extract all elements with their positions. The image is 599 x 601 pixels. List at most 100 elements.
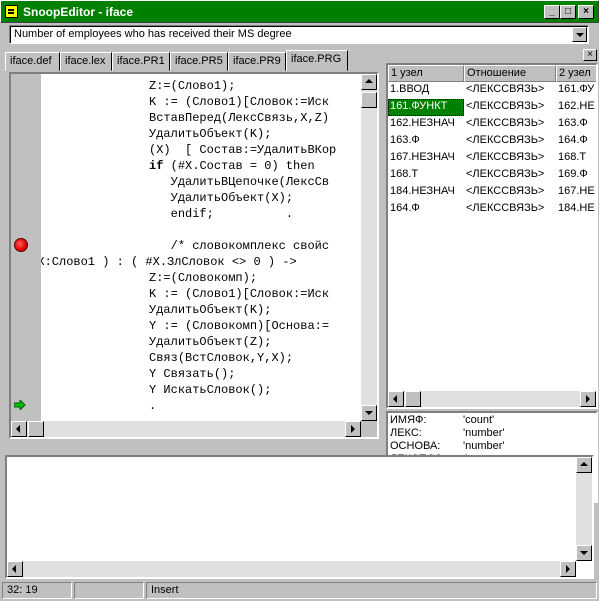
- column-header-node2[interactable]: 2 узел: [556, 65, 596, 82]
- output-horizontal-scrollbar[interactable]: [7, 561, 576, 577]
- arrow-up-icon: [365, 79, 373, 83]
- arrow-right-icon: [586, 395, 590, 403]
- app-icon[interactable]: [5, 5, 18, 18]
- arrow-right-icon: [351, 425, 355, 433]
- code-line[interactable]: УдалитьОбъект(X);: [41, 190, 293, 206]
- scroll-down-button[interactable]: [576, 545, 592, 561]
- code-line[interactable]: ( X:Слово1 ) : ( #X.ЗлСловок <> 0 ) ->: [41, 254, 297, 270]
- editor-gutter[interactable]: [11, 74, 41, 437]
- editor-vertical-scrollbar[interactable]: [361, 74, 377, 421]
- scroll-left-button[interactable]: [11, 421, 27, 437]
- scroll-right-button[interactable]: [560, 561, 576, 577]
- scroll-right-button[interactable]: [345, 421, 361, 437]
- code-line[interactable]: Y Связать();: [41, 366, 235, 382]
- code-line[interactable]: Z:=(Словокомп);: [41, 270, 257, 286]
- output-vertical-scrollbar[interactable]: [576, 457, 592, 561]
- arrow-left-icon: [12, 565, 16, 573]
- tab-iface-pr1[interactable]: iface.PR1: [112, 52, 170, 71]
- arrow-down-icon: [365, 411, 373, 415]
- arrow-down-icon: [580, 551, 588, 555]
- property-key: ОСНОВА:: [390, 440, 441, 452]
- chevron-down-icon: [576, 33, 584, 37]
- grid-cell[interactable]: 164.Ф: [388, 201, 464, 218]
- scroll-thumb[interactable]: [361, 92, 377, 108]
- editor-horizontal-scrollbar[interactable]: [11, 421, 361, 437]
- code-line[interactable]: УдалитьОбъект(K);: [41, 126, 271, 142]
- grid-cell[interactable]: <ЛЕКССВЯЗЬ>: [464, 82, 556, 99]
- code-line[interactable]: K := (Слово1)[Словок:=Иск: [41, 94, 329, 110]
- grid-cell[interactable]: 161.ФУ: [556, 82, 596, 99]
- code-line[interactable]: (X) [ Состав:=УдалитьВКор: [41, 142, 336, 158]
- relations-grid[interactable]: 1 узел Отношение 2 узел 1.ВВОД <ЛЕКССВЯЗЬ…: [386, 63, 598, 409]
- grid-cell[interactable]: <ЛЕКССВЯЗЬ>: [464, 133, 556, 150]
- grid-cell[interactable]: 168.Т: [388, 167, 464, 184]
- grid-cell[interactable]: 163.Ф: [556, 116, 596, 133]
- grid-cell[interactable]: 167.НЕ: [556, 184, 596, 201]
- code-line[interactable]: .: [41, 398, 156, 414]
- code-line[interactable]: УдалитьОбъект(Z);: [41, 334, 271, 350]
- scroll-up-button[interactable]: [576, 457, 592, 473]
- code-line[interactable]: /* словокомплекс свойс: [41, 238, 329, 254]
- code-line[interactable]: Y ИскатьСловок();: [41, 382, 271, 398]
- grid-cell[interactable]: 161.ФУНКТ: [388, 99, 464, 116]
- tab-iface-pr5[interactable]: iface.PR5: [170, 52, 228, 71]
- title-bar: SnoopEditor - iface _ □ ×: [0, 0, 599, 23]
- code-line[interactable]: УдалитьОбъект(K);: [41, 302, 271, 318]
- grid-cell[interactable]: 162.НЕ: [556, 99, 596, 116]
- maximize-button[interactable]: □: [560, 5, 576, 19]
- property-key: ИМЯФ:: [390, 414, 427, 426]
- grid-cell[interactable]: 162.НЕЗНАЧ: [388, 116, 464, 133]
- grid-cell[interactable]: 163.Ф: [388, 133, 464, 150]
- code-line[interactable]: ВставПеред(ЛексСвязь,X,Z): [41, 110, 329, 126]
- arrow-up-icon: [580, 462, 588, 466]
- close-button[interactable]: ×: [578, 5, 594, 19]
- grid-horizontal-scrollbar[interactable]: [388, 391, 596, 407]
- scroll-up-button[interactable]: [361, 74, 377, 90]
- column-header-node1[interactable]: 1 узел: [388, 65, 464, 82]
- scroll-right-button[interactable]: [580, 391, 596, 407]
- tab-iface-pr9[interactable]: iface.PR9: [228, 52, 286, 71]
- grid-cell[interactable]: 167.НЕЗНАЧ: [388, 150, 464, 167]
- minimize-button[interactable]: _: [544, 5, 560, 19]
- code-line[interactable]: Связ(ВстСловок,Y,X);: [41, 350, 293, 366]
- scroll-thumb[interactable]: [405, 391, 421, 407]
- scroll-thumb[interactable]: [28, 421, 44, 437]
- code-editor[interactable]: Z:=(Слово1); K := (Слово1)[Словок:=Иск В…: [9, 72, 379, 439]
- code-line[interactable]: Y := (Словокомп)[Основа:=: [41, 318, 329, 334]
- grid-cell[interactable]: 184.НЕ: [556, 201, 596, 218]
- grid-cell[interactable]: <ЛЕКССВЯЗЬ>: [464, 150, 556, 167]
- property-value: 'number': [463, 427, 505, 439]
- tab-iface-lex[interactable]: iface.lex: [60, 52, 112, 71]
- grid-cell[interactable]: 168.Т: [556, 150, 596, 167]
- breakpoint-icon[interactable]: [14, 238, 28, 252]
- scroll-left-button[interactable]: [388, 391, 404, 407]
- grid-cell[interactable]: <ЛЕКССВЯЗЬ>: [464, 184, 556, 201]
- code-line[interactable]: endif; .: [41, 206, 293, 222]
- grid-cell[interactable]: <ЛЕКССВЯЗЬ>: [464, 116, 556, 133]
- scroll-corner: [361, 421, 377, 437]
- grid-cell[interactable]: <ЛЕКССВЯЗЬ>: [464, 201, 556, 218]
- scroll-left-button[interactable]: [7, 561, 23, 577]
- output-pane[interactable]: [5, 455, 594, 579]
- grid-cell[interactable]: 164.Ф: [556, 133, 596, 150]
- grid-cell[interactable]: 184.НЕЗНАЧ: [388, 184, 464, 201]
- code-text[interactable]: Z:=(Слово1); K := (Слово1)[Словок:=Иск В…: [41, 78, 363, 425]
- tab-iface-prg[interactable]: iface.PRG: [286, 50, 348, 71]
- grid-cell[interactable]: <ЛЕКССВЯЗЬ>: [464, 99, 556, 116]
- property-key: ЛЕКС:: [390, 427, 422, 439]
- code-line[interactable]: Z:=(Слово1);: [41, 78, 235, 94]
- column-header-relation[interactable]: Отношение: [464, 65, 556, 82]
- arrow-right-icon: [566, 565, 570, 573]
- query-combo-dropdown-button[interactable]: [572, 27, 587, 42]
- panel-close-button[interactable]: ×: [583, 49, 597, 61]
- code-line[interactable]: K := (Слово1)[Словок:=Иск: [41, 286, 329, 302]
- grid-cell[interactable]: <ЛЕКССВЯЗЬ>: [464, 167, 556, 184]
- grid-cell[interactable]: 169.Ф: [556, 167, 596, 184]
- tab-iface-def[interactable]: iface.def: [5, 52, 60, 71]
- scroll-down-button[interactable]: [361, 405, 377, 421]
- code-line[interactable]: УдалитьВЦепочке(ЛексСв: [41, 174, 329, 190]
- file-tabs: iface.def iface.lex iface.PR1 iface.PR5 …: [5, 50, 383, 72]
- code-line[interactable]: if (#X.Состав = 0) then: [41, 158, 315, 174]
- query-combo[interactable]: Number of employees who has received the…: [9, 25, 589, 44]
- grid-cell[interactable]: 1.ВВОД: [388, 82, 464, 99]
